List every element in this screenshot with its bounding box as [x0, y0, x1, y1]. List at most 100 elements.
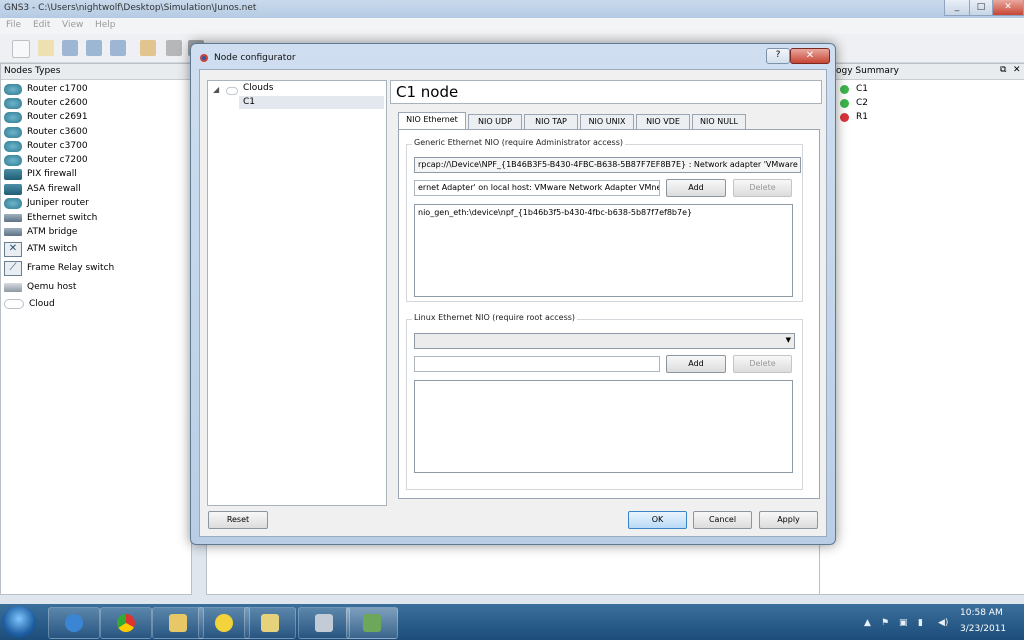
node-type-label: Router c3700 — [27, 141, 88, 151]
node-type-item[interactable]: Qemu host — [4, 280, 76, 294]
menu-edit[interactable]: Edit — [33, 20, 50, 30]
network-tray-icon[interactable]: ▣ — [899, 618, 908, 628]
linux-adapter-select[interactable]: ▼ — [414, 333, 795, 349]
clear-icon[interactable] — [140, 40, 156, 56]
clock-time[interactable]: 10:58 AM — [960, 608, 1003, 618]
menu-file[interactable]: File — [6, 20, 21, 30]
tab-nio-tap[interactable]: NIO TAP — [524, 114, 578, 130]
gns3-icon — [199, 53, 209, 63]
firewall-icon — [4, 168, 22, 180]
router-icon — [4, 197, 22, 209]
router-icon — [4, 140, 22, 152]
cancel-button[interactable]: Cancel — [693, 511, 752, 529]
tree-item-c1[interactable]: C1 — [239, 96, 384, 109]
node-type-label: Router c3600 — [27, 127, 88, 137]
close-dialog-button[interactable]: ✕ — [790, 48, 830, 64]
help-button[interactable]: ? — [766, 48, 790, 64]
tab-nio-vde[interactable]: NIO VDE — [636, 114, 690, 130]
taskbar-messenger[interactable] — [198, 607, 250, 639]
qemu-host-icon — [4, 282, 22, 292]
topology-item[interactable]: R1 — [840, 110, 868, 124]
node-type-item[interactable]: Router c2600 — [4, 96, 88, 110]
linux-nio-field[interactable] — [414, 356, 660, 372]
linux-delete-button[interactable]: Delete — [733, 355, 792, 373]
tab-nio-unix[interactable]: NIO UNIX — [580, 114, 634, 130]
node-type-item[interactable]: Juniper router — [4, 196, 89, 210]
list-item[interactable]: nio_gen_eth:\device\npf_{1b46b3f5-b430-4… — [415, 205, 792, 220]
start-button[interactable] — [2, 606, 36, 638]
switch-icon — [4, 228, 22, 236]
node-type-item[interactable]: Cloud — [4, 297, 55, 311]
save-icon[interactable] — [62, 40, 78, 56]
node-type-item[interactable]: Router c3700 — [4, 139, 88, 153]
node-configurator-dialog: Node configurator ? ✕ ◢ Clouds C1 C1 nod… — [190, 43, 836, 545]
close-app-button[interactable]: ✕ — [992, 0, 1024, 16]
node-type-label: Router c2691 — [27, 112, 88, 122]
app-title: GNS3 - C:\Users\nightwolf\Desktop\Simula… — [4, 3, 257, 13]
signal-icon[interactable]: ▮ — [918, 618, 923, 628]
messenger-icon — [215, 614, 233, 632]
node-type-label: Router c1700 — [27, 84, 88, 94]
topology-item[interactable]: C1 — [840, 82, 868, 96]
select-icon[interactable] — [166, 40, 182, 56]
taskbar-explorer[interactable] — [152, 607, 204, 639]
taskbar-network[interactable] — [298, 607, 350, 639]
node-type-label: Qemu host — [27, 282, 77, 292]
volume-icon[interactable]: ◀) — [938, 618, 948, 628]
minimize-button[interactable]: _ — [944, 0, 970, 16]
dialog-body: ◢ Clouds C1 C1 node NIO Ethernet NIO UDP… — [199, 69, 827, 537]
ok-button[interactable]: OK — [628, 511, 687, 529]
node-type-item[interactable]: ⟋ Frame Relay switch — [4, 260, 115, 276]
save-as-icon[interactable] — [86, 40, 102, 56]
linux-ethernet-label: Linux Ethernet NIO (require root access) — [412, 313, 578, 322]
node-type-item[interactable]: Router c2691 — [4, 110, 88, 124]
generic-nio-field[interactable]: ernet Adapter' on local host: VMware Net… — [414, 180, 660, 196]
new-file-icon[interactable] — [12, 40, 30, 58]
linux-add-button[interactable]: Add — [666, 355, 726, 373]
chrome-icon — [117, 614, 135, 632]
node-type-item[interactable]: Ethernet switch — [4, 211, 97, 225]
topology-item[interactable]: C2 — [840, 96, 868, 110]
gns3-icon — [363, 614, 381, 632]
float-icon[interactable]: ⧉ — [1000, 65, 1006, 75]
menu-view[interactable]: View — [62, 20, 83, 30]
maximize-button[interactable]: □ — [969, 0, 993, 16]
flag-icon[interactable]: ⚑ — [881, 618, 889, 628]
apply-button[interactable]: Apply — [759, 511, 818, 529]
node-type-label: PIX firewall — [27, 169, 77, 179]
linux-nio-list[interactable] — [414, 380, 793, 473]
tree-item-clouds[interactable]: Clouds — [243, 83, 273, 93]
notes-icon — [261, 614, 279, 632]
topology-canvas[interactable] — [206, 540, 820, 595]
node-type-item[interactable]: ATM bridge — [4, 225, 77, 239]
taskbar-chrome[interactable] — [100, 607, 152, 639]
clock-date[interactable]: 3/23/2011 — [960, 624, 1006, 634]
menu-help[interactable]: Help — [95, 20, 116, 30]
node-type-item[interactable]: ASA firewall — [4, 182, 81, 196]
generic-add-button[interactable]: Add — [666, 179, 726, 197]
node-type-item[interactable]: Router c3600 — [4, 125, 88, 139]
close-icon[interactable]: ✕ — [1013, 65, 1021, 75]
nodes-types-header: Nodes Types — [1, 64, 191, 80]
open-folder-icon[interactable] — [38, 40, 54, 56]
reset-button[interactable]: Reset — [208, 511, 268, 529]
taskbar-ie[interactable] — [48, 607, 100, 639]
generic-adapter-select[interactable]: rpcap://\Device\NPF_{1B46B3F5-B430-4FBC-… — [414, 157, 801, 173]
status-down-icon — [840, 112, 849, 122]
expand-arrow-icon[interactable]: ◢ — [213, 85, 219, 94]
taskbar-gns3[interactable] — [346, 607, 398, 639]
node-type-label: Frame Relay switch — [27, 263, 115, 273]
node-type-item[interactable]: ✕ ATM switch — [4, 241, 77, 257]
node-type-item[interactable]: Router c7200 — [4, 153, 88, 167]
tray-expand-icon[interactable]: ▲ — [864, 618, 871, 628]
node-type-label: Router c7200 — [27, 155, 88, 165]
generic-delete-button[interactable]: Delete — [733, 179, 792, 197]
tab-nio-udp[interactable]: NIO UDP — [468, 114, 522, 130]
generic-nio-list[interactable]: nio_gen_eth:\device\npf_{1b46b3f5-b430-4… — [414, 204, 793, 297]
export-icon[interactable] — [110, 40, 126, 56]
tab-nio-null[interactable]: NIO NULL — [692, 114, 746, 130]
tab-nio-ethernet[interactable]: NIO Ethernet — [398, 112, 466, 130]
node-type-item[interactable]: Router c1700 — [4, 82, 88, 96]
taskbar-notes[interactable] — [244, 607, 296, 639]
node-type-item[interactable]: PIX firewall — [4, 167, 77, 181]
